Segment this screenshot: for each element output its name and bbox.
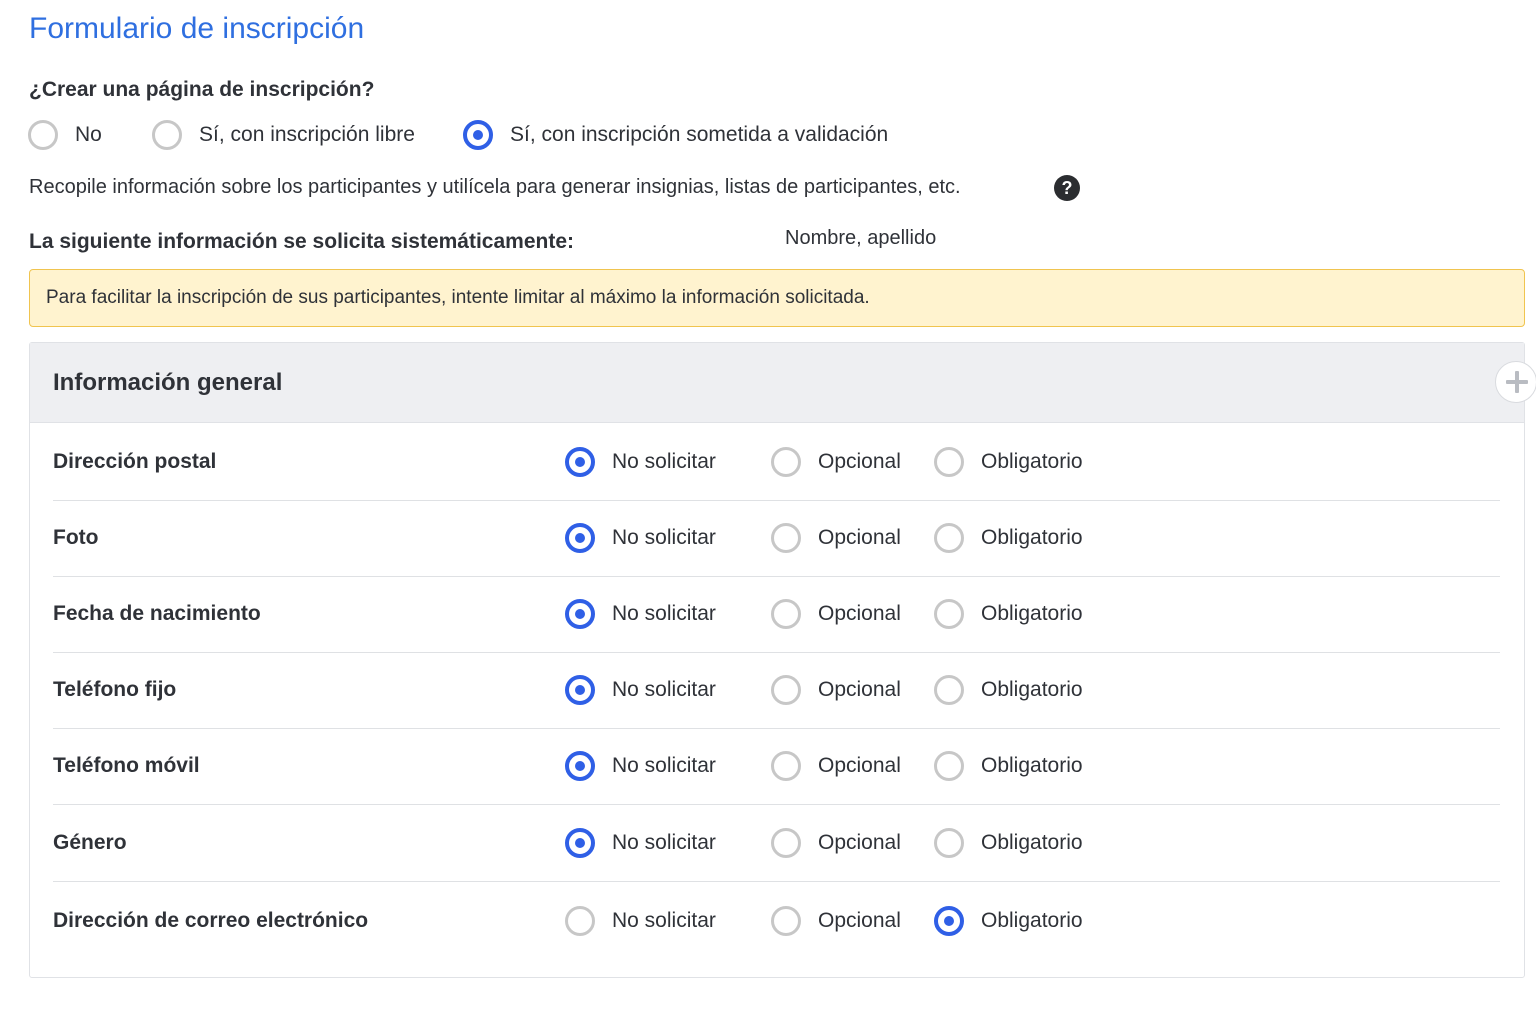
field-option-obligatorio[interactable]: Obligatorio bbox=[934, 675, 1083, 705]
radio-button[interactable] bbox=[934, 827, 964, 858]
radio-button[interactable] bbox=[934, 906, 964, 936]
page-title: Formulario de inscripción bbox=[29, 12, 365, 45]
radio-validated[interactable] bbox=[463, 120, 493, 150]
field-option-no-solicitar[interactable]: No solicitar bbox=[565, 599, 716, 629]
warning-text: Para facilitar la inscripción de sus par… bbox=[46, 287, 870, 308]
field-option-no-solicitar[interactable]: No solicitar bbox=[565, 675, 716, 705]
option-label: No solicitar bbox=[612, 909, 716, 932]
radio-button[interactable] bbox=[771, 599, 801, 629]
field-option-obligatorio[interactable]: Obligatorio bbox=[934, 523, 1083, 553]
field-option-opcional[interactable]: Opcional bbox=[771, 906, 901, 936]
option-label: No solicitar bbox=[612, 602, 716, 625]
option-label: No solicitar bbox=[612, 526, 716, 549]
add-section-button[interactable] bbox=[1495, 361, 1536, 403]
field-option-opcional[interactable]: Opcional bbox=[771, 523, 901, 553]
radio-free[interactable] bbox=[152, 120, 182, 150]
registration-option-free[interactable]: Sí, con inscripción libre bbox=[152, 119, 415, 151]
field-option-opcional[interactable]: Opcional bbox=[771, 827, 901, 858]
radio-button[interactable] bbox=[934, 446, 964, 477]
option-label: Opcional bbox=[818, 754, 901, 777]
option-label: Obligatorio bbox=[981, 449, 1083, 473]
field-row: Teléfono fijo No solicitar Opcional Obligat… bbox=[53, 652, 1500, 729]
field-row: Fecha de nacimiento No solicitar Opcional O… bbox=[53, 576, 1500, 653]
option-label: Obligatorio bbox=[981, 909, 1083, 932]
registration-option-label: Sí, con inscripción sometida a validació… bbox=[510, 123, 889, 146]
field-row: Teléfono móvil No solicitar Opcional Obliga… bbox=[53, 728, 1500, 805]
plus-icon-stroke bbox=[1515, 371, 1519, 393]
systematic-info-value: Nombre, apellido bbox=[785, 227, 937, 249]
radio-button[interactable] bbox=[934, 751, 964, 781]
option-label: No solicitar bbox=[612, 449, 716, 473]
option-label: Opcional bbox=[818, 909, 901, 932]
option-label: Opcional bbox=[818, 526, 901, 549]
radio-button[interactable] bbox=[565, 827, 595, 858]
radio-button[interactable] bbox=[771, 751, 801, 781]
radio-button[interactable] bbox=[565, 906, 595, 936]
general-info-section: Información general Dirección postal No s… bbox=[29, 342, 1525, 978]
field-option-no-solicitar[interactable]: No solicitar bbox=[565, 906, 716, 936]
option-label: No solicitar bbox=[612, 678, 716, 701]
radio-button[interactable] bbox=[934, 523, 964, 553]
field-option-no-solicitar[interactable]: No solicitar bbox=[565, 751, 716, 781]
field-label: Fecha de nacimiento bbox=[53, 602, 261, 625]
radio-button[interactable] bbox=[565, 599, 595, 629]
field-option-no-solicitar[interactable]: No solicitar bbox=[565, 827, 716, 858]
option-label: No solicitar bbox=[612, 830, 716, 854]
radio-button[interactable] bbox=[771, 906, 801, 936]
radio-button[interactable] bbox=[934, 599, 964, 629]
radio-button[interactable] bbox=[565, 446, 595, 477]
field-row: Género No solicitar Opcional Obligatorio bbox=[53, 804, 1500, 882]
field-label: Dirección de correo electrónico bbox=[53, 909, 369, 932]
field-option-opcional[interactable]: Opcional bbox=[771, 675, 901, 705]
option-label: Obligatorio bbox=[981, 526, 1083, 549]
registration-option-label: No bbox=[75, 123, 102, 146]
option-label: Obligatorio bbox=[981, 678, 1083, 701]
field-label: Teléfono móvil bbox=[53, 754, 200, 777]
registration-question: ¿Crear una página de inscripción? bbox=[29, 78, 375, 101]
field-option-no-solicitar[interactable]: No solicitar bbox=[565, 523, 716, 553]
field-row: Foto No solicitar Opcional Obligatorio bbox=[53, 500, 1500, 577]
option-label: No solicitar bbox=[612, 754, 716, 777]
option-label: Obligatorio bbox=[981, 754, 1083, 777]
registration-option-label: Sí, con inscripción libre bbox=[199, 123, 415, 146]
section-title: Información general bbox=[53, 368, 283, 396]
option-label: Opcional bbox=[818, 678, 901, 701]
warning-banner: Para facilitar la inscripción de sus par… bbox=[29, 269, 1525, 327]
option-label: Opcional bbox=[818, 449, 901, 473]
field-row: Dirección postal No solicitar Opcional Obli… bbox=[53, 423, 1500, 501]
field-option-no-solicitar[interactable]: No solicitar bbox=[565, 446, 716, 477]
field-row: Dirección de correo electrónico No solici… bbox=[53, 881, 1500, 961]
field-option-obligatorio[interactable]: Obligatorio bbox=[934, 446, 1083, 477]
option-label: Opcional bbox=[818, 602, 901, 625]
radio-no[interactable] bbox=[28, 120, 58, 150]
field-option-opcional[interactable]: Opcional bbox=[771, 599, 901, 629]
registration-description: Recopile información sobre los participa… bbox=[29, 176, 961, 198]
field-option-obligatorio[interactable]: Obligatorio bbox=[934, 827, 1083, 858]
field-option-opcional[interactable]: Opcional bbox=[771, 446, 901, 477]
registration-option-validated[interactable]: Sí, con inscripción sometida a validació… bbox=[463, 119, 888, 151]
radio-button[interactable] bbox=[565, 751, 595, 781]
section-header: Información general bbox=[30, 343, 1524, 423]
field-option-obligatorio[interactable]: Obligatorio bbox=[934, 599, 1083, 629]
option-label: Obligatorio bbox=[981, 830, 1083, 854]
radio-button[interactable] bbox=[565, 675, 595, 705]
field-option-opcional[interactable]: Opcional bbox=[771, 751, 901, 781]
radio-button[interactable] bbox=[771, 523, 801, 553]
systematic-info-label: La siguiente información se solicita sis… bbox=[29, 230, 575, 253]
field-option-obligatorio[interactable]: Obligatorio bbox=[934, 906, 1083, 936]
field-option-obligatorio[interactable]: Obligatorio bbox=[934, 751, 1083, 781]
field-label: Género bbox=[53, 830, 127, 854]
field-label: Teléfono fijo bbox=[53, 678, 177, 701]
radio-button[interactable] bbox=[565, 523, 595, 553]
registration-option-no[interactable]: No bbox=[28, 119, 102, 151]
option-label: Obligatorio bbox=[981, 602, 1083, 625]
radio-button[interactable] bbox=[771, 827, 801, 858]
radio-button[interactable] bbox=[934, 675, 964, 705]
field-label: Dirección postal bbox=[53, 449, 217, 473]
radio-button[interactable] bbox=[771, 675, 801, 705]
field-label: Foto bbox=[53, 526, 99, 549]
help-icon[interactable]: ? bbox=[1054, 175, 1080, 201]
radio-button[interactable] bbox=[771, 446, 801, 477]
option-label: Opcional bbox=[818, 830, 901, 854]
